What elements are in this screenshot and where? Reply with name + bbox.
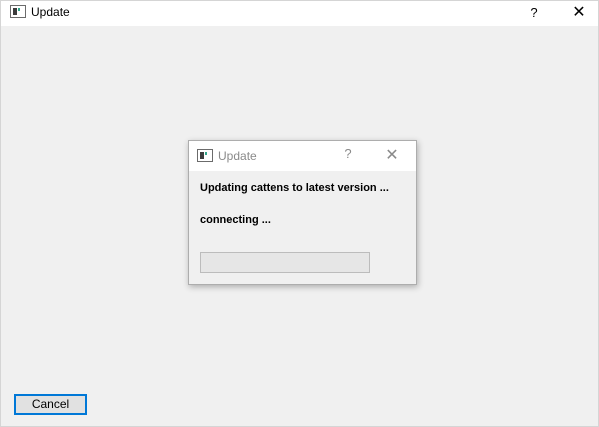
update-message: Updating cattens to latest version ...: [200, 182, 389, 194]
title-bar[interactable]: Update ? ✕: [1, 1, 598, 26]
connection-status: connecting ...: [200, 214, 271, 226]
dialog-title-bar[interactable]: Update ? ✕: [189, 141, 416, 171]
app-window-icon: [10, 5, 26, 18]
progress-bar: [200, 252, 370, 273]
app-window-icon: [197, 149, 213, 162]
dialog-title: Update: [218, 149, 257, 163]
cancel-button[interactable]: Cancel: [14, 394, 87, 415]
help-button[interactable]: ?: [520, 1, 548, 26]
dialog-help-button[interactable]: ?: [339, 146, 357, 166]
close-button[interactable]: ✕: [565, 1, 593, 26]
update-window: Update ? ✕ Update ? ✕ Updating cattens t…: [0, 0, 599, 427]
dialog-close-button[interactable]: ✕: [382, 145, 402, 167]
update-progress-dialog: Update ? ✕ Updating cattens to latest ve…: [188, 140, 417, 285]
window-title: Update: [31, 5, 70, 19]
